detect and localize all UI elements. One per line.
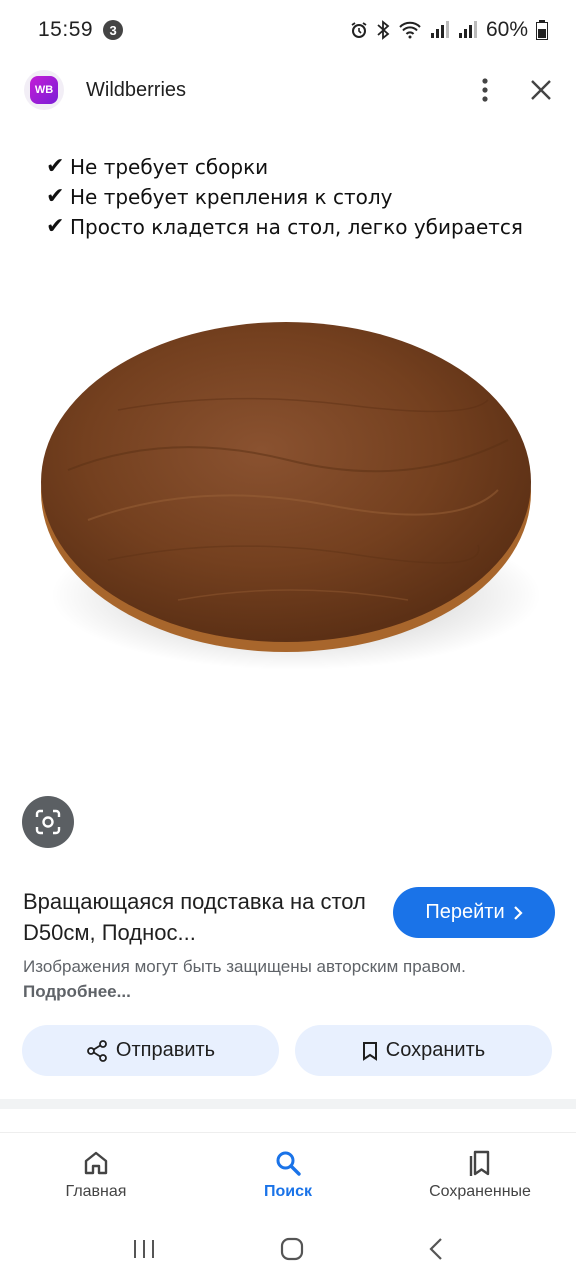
signal-icon — [430, 21, 449, 38]
bookmark-icon — [362, 1041, 377, 1061]
battery-level: 60% — [485, 18, 528, 41]
saved-icon — [469, 1150, 490, 1176]
notification-badge: 3 — [103, 20, 124, 40]
feature-item: ✔ Не требует крепления к столу — [46, 182, 523, 212]
recent-apps-icon[interactable] — [132, 1238, 156, 1260]
save-label: Сохранить — [385, 1039, 486, 1061]
wildberries-logo: WB — [24, 70, 64, 110]
visit-button[interactable]: Перейти — [393, 887, 555, 938]
checkmark-icon: ✔ — [46, 184, 65, 209]
more-options-icon[interactable] — [482, 78, 488, 102]
result-title[interactable]: Вращающаяся подставка на стол D50см, Под… — [23, 886, 373, 948]
nav-item-saved[interactable]: Сохраненные — [384, 1133, 576, 1218]
learn-more-link[interactable]: Подробнее... — [23, 982, 131, 1001]
wifi-icon — [399, 21, 421, 39]
share-icon — [87, 1039, 107, 1062]
nav-label-saved: Сохраненные — [429, 1183, 531, 1200]
checkmark-icon: ✔ — [46, 214, 65, 239]
product-image[interactable]: ✔ Не требует сборки ✔ Не требует крепления… — [8, 120, 568, 870]
feature-item: ✔ Просто кладется на стол, легко убираетс… — [46, 212, 523, 242]
share-label: Отправить — [115, 1039, 216, 1061]
feature-list: ✔ Не требует сборки ✔ Не требует крепления… — [46, 152, 523, 242]
copyright-notice: Изображения могут быть защищены авторски… — [23, 957, 466, 1001]
status-time: 15:59 — [38, 18, 94, 41]
nav-label-home: Главная — [65, 1183, 127, 1200]
back-icon[interactable] — [428, 1237, 444, 1261]
bluetooth-icon — [377, 20, 390, 40]
battery-icon — [536, 20, 548, 40]
close-icon[interactable] — [530, 79, 552, 101]
alarm-icon — [351, 22, 367, 38]
wb-logo-badge: WB — [30, 76, 58, 104]
signal-2-icon — [458, 21, 477, 38]
home-button-icon[interactable] — [280, 1237, 304, 1261]
nav-label-search: Поиск — [263, 1183, 312, 1200]
nav-item-search[interactable]: Поиск — [192, 1133, 384, 1218]
chevron-right-icon — [513, 905, 523, 920]
save-button[interactable]: Сохранить — [295, 1025, 552, 1076]
share-button[interactable]: Отправить — [22, 1025, 279, 1076]
status-bar: 15:59 3 60% — [0, 0, 576, 60]
app-header: WB Wildberries — [0, 60, 576, 120]
nav-item-home[interactable]: Главная — [0, 1133, 192, 1218]
lens-icon — [35, 809, 61, 835]
checkmark-icon: ✔ — [46, 154, 65, 179]
status-icons: 60% — [350, 18, 548, 42]
page-title: Wildberries — [86, 78, 187, 101]
result-info: Вращающаяся подставка на стол D50см, Под… — [0, 870, 576, 1100]
section-divider — [0, 1099, 576, 1109]
visit-button-label: Перейти — [425, 901, 505, 923]
bottom-navigation: Главная Поиск Сохраненные — [0, 1132, 576, 1218]
system-navigation — [0, 1218, 576, 1280]
home-icon — [84, 1151, 108, 1175]
search-icon — [276, 1151, 301, 1176]
feature-item: ✔ Не требует сборки — [46, 152, 523, 182]
round-wooden-tabletop — [41, 322, 541, 670]
google-lens-button[interactable] — [22, 796, 74, 848]
